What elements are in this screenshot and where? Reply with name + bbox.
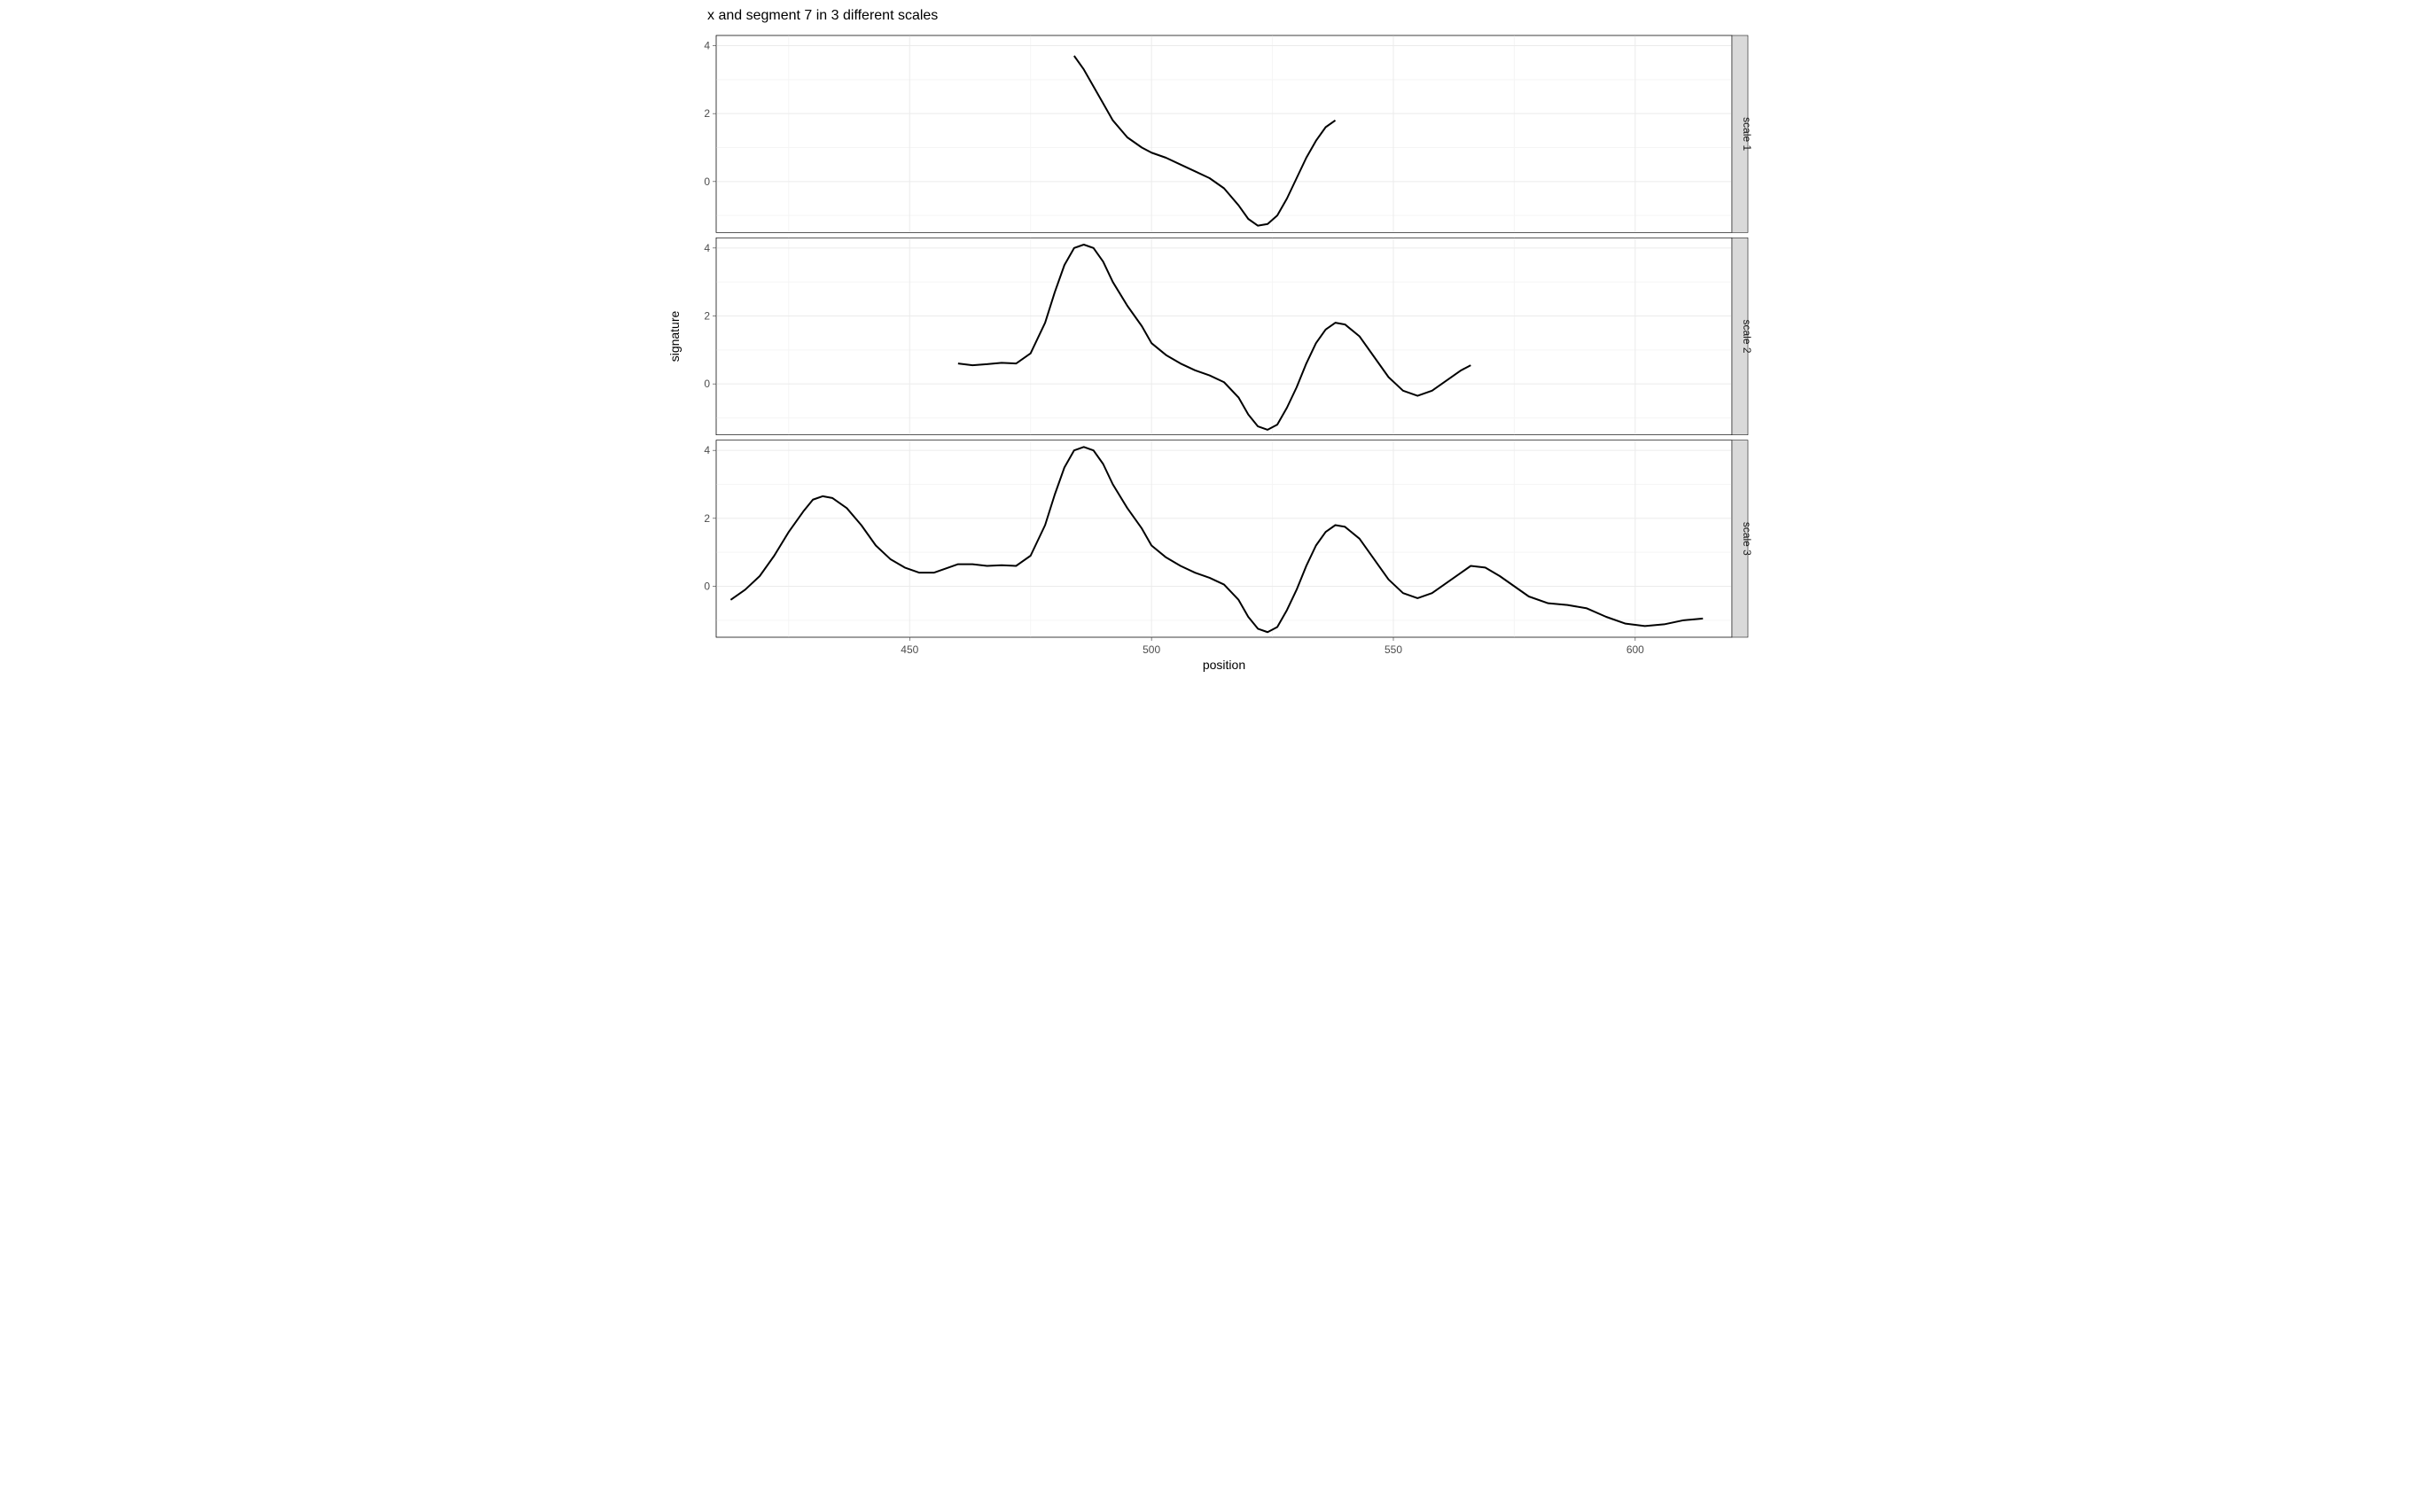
chart-container: x and segment 7 in 3 different scales 0 2 4…: [663, 0, 1755, 676]
facet-label: scale 2: [1741, 319, 1753, 353]
x-axis-label: position: [1203, 658, 1245, 672]
y-tick-label: 2: [704, 107, 710, 120]
facet-label: scale 3: [1741, 522, 1753, 556]
x-tick-label: 500: [1143, 643, 1160, 656]
x-tick-label: 450: [901, 643, 918, 656]
y-tick-label: 4: [704, 444, 710, 456]
y-tick-label: 2: [704, 310, 710, 323]
facet-label: scale 1: [1741, 117, 1753, 151]
facet-panel: 0 2 4 450 500 550 600 scale 3: [704, 440, 1753, 656]
chart-title: x and segment 7 in 3 different scales: [707, 8, 938, 23]
y-tick-label: 0: [704, 581, 710, 593]
y-tick-label: 0: [704, 175, 710, 188]
y-tick-label: 2: [704, 512, 710, 525]
y-tick-label: 4: [704, 242, 710, 254]
chart-svg: x and segment 7 in 3 different scales 0 2 4…: [663, 0, 1755, 676]
x-tick-label: 600: [1626, 643, 1644, 656]
facet-panel: 0 2 4 scale 2: [704, 238, 1753, 434]
x-tick-label: 550: [1384, 643, 1402, 656]
y-tick-label: 0: [704, 378, 710, 390]
y-tick-label: 4: [704, 40, 710, 52]
y-axis-label: signature: [667, 310, 682, 362]
facet-panel: 0 2 4 scale 1: [704, 35, 1753, 232]
